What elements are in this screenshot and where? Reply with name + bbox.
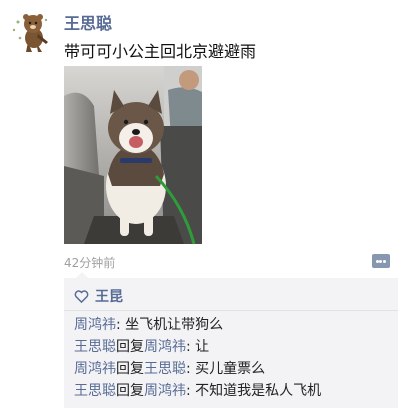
comment-separator: :: [116, 317, 126, 333]
likes-names[interactable]: 王昆: [95, 286, 123, 306]
heart-outline-icon: [74, 289, 89, 303]
reply-word: 回复: [116, 361, 144, 377]
reply-word: 回复: [116, 339, 144, 355]
comment-author[interactable]: 王思聪: [74, 383, 116, 399]
comments-box: 王昆 周鸿祎: 坐飞机让带狗么 王思聪回复周鸿祎: 让 周鸿祎回复王思聪: 买儿…: [64, 272, 398, 408]
comment-author[interactable]: 周鸿祎: [74, 361, 116, 377]
comment-text: 不知道我是私人飞机: [195, 383, 322, 399]
comment-author[interactable]: 周鸿祎: [74, 317, 116, 333]
comment-separator: :: [186, 339, 196, 355]
comment-item[interactable]: 周鸿祎: 坐飞机让带狗么: [74, 314, 223, 334]
comment-separator: :: [186, 383, 196, 399]
post-text: 带可可小公主回北京避避雨: [64, 42, 257, 61]
likes-divider: [64, 310, 398, 311]
comment-author[interactable]: 王思聪: [74, 339, 116, 355]
more-options-icon[interactable]: [372, 254, 390, 268]
comment-separator: :: [186, 361, 196, 377]
post-time: 42分钟前: [64, 256, 116, 270]
comment-item[interactable]: 王思聪回复周鸿祎: 让: [74, 336, 209, 356]
comment-text: 让: [195, 339, 210, 355]
comment-item[interactable]: 王思聪回复周鸿祎: 不知道我是私人飞机: [74, 380, 321, 400]
reply-target[interactable]: 周鸿祎: [144, 383, 186, 399]
comment-text: 买儿童票么: [195, 361, 266, 377]
likes-row: 王昆: [74, 286, 123, 306]
reply-target[interactable]: 王思聪: [144, 361, 186, 377]
comment-text: 坐飞机让带狗么: [125, 317, 224, 333]
reply-word: 回复: [116, 383, 144, 399]
post-photo[interactable]: [64, 66, 202, 244]
post-author[interactable]: 王思聪: [64, 10, 112, 34]
reply-target[interactable]: 周鸿祎: [144, 339, 186, 355]
comment-item[interactable]: 周鸿祎回复王思聪: 买儿童票么: [74, 358, 265, 378]
avatar[interactable]: [8, 8, 54, 54]
